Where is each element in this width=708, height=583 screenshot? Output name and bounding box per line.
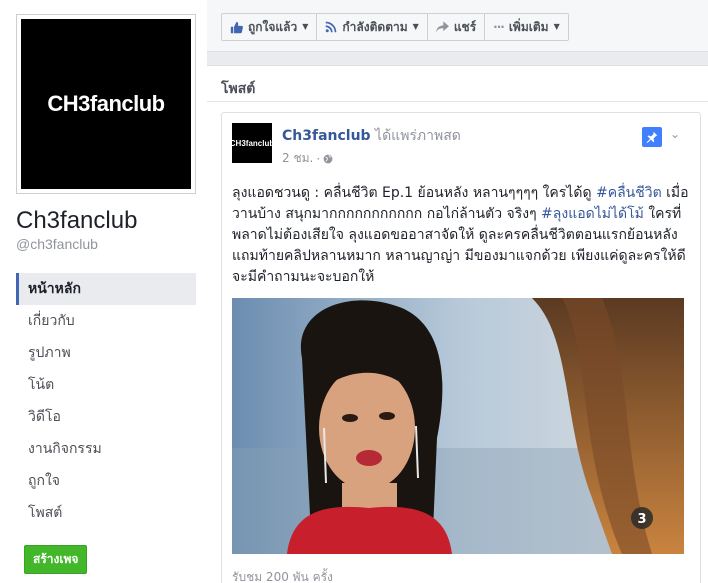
posts-heading: โพสต์ <box>221 81 256 97</box>
page-nav: หน้าหลัก เกี่ยวกับ รูปภาพ โน้ต วิดีโอ งา… <box>16 273 196 529</box>
post-timestamp[interactable]: 2 ชม. <box>282 149 313 168</box>
share-arrow-icon <box>435 21 449 33</box>
video-thumbnail[interactable]: 3 <box>232 298 684 554</box>
action-buttons: ถูกใจแล้ว ▼ กำลังติดตาม ▼ แชร์ ··· เพิ่ม… <box>221 13 569 41</box>
nav-item-home[interactable]: หน้าหลัก <box>16 273 196 305</box>
create-page-button[interactable]: สร้างเพจ <box>24 545 88 574</box>
caret-down-icon: ▼ <box>553 22 560 31</box>
divider <box>207 101 708 102</box>
nav-item-posts[interactable]: โพสต์ <box>16 497 196 529</box>
nav-item-events[interactable]: งานกิจกรรม <box>16 433 196 465</box>
thumbs-up-icon <box>230 21 243 33</box>
nav-item-videos[interactable]: วิดีโอ <box>16 401 196 433</box>
post-text: ลุงแอดชวนดู : คลื่นชีวิต Ep.1 ย้อนหลัง ห… <box>232 183 694 288</box>
share-label: แชร์ <box>453 20 477 34</box>
posts-panel: โพสต์ CH3fanclub Ch3fanclub ได้แพร่ภาพสด… <box>207 65 708 583</box>
following-button[interactable]: กำลังติดตาม ▼ <box>316 13 428 41</box>
view-count: รับชม 200 พัน ครั้ง <box>232 570 333 583</box>
nav-item-photos[interactable]: รูปภาพ <box>16 337 196 369</box>
caret-down-icon: ▼ <box>412 22 419 31</box>
separator-dot: · <box>316 151 321 166</box>
profile-logo-text: CH3fanclub <box>47 91 165 116</box>
rss-icon <box>326 21 337 33</box>
post-action-text: ได้แพร่ภาพสด <box>375 128 461 144</box>
profile-logo: CH3fanclub <box>21 19 191 189</box>
following-label: กำลังติดตาม <box>342 20 408 34</box>
post-avatar[interactable]: CH3fanclub <box>229 123 275 163</box>
post-card: CH3fanclub Ch3fanclub ได้แพร่ภาพสด 2 ชม.… <box>221 112 701 583</box>
svg-text:3: 3 <box>637 512 646 527</box>
post-text-part-1: ลุงแอดชวนดู : คลื่นชีวิต Ep.1 ย้อนหลัง ห… <box>232 185 596 201</box>
caret-down-icon: ▼ <box>302 22 309 31</box>
post-options-chevron-icon[interactable]: ⌄ <box>670 127 680 141</box>
nav-item-likes[interactable]: ถูกใจ <box>16 465 196 497</box>
hashtag-link[interactable]: #ลุงแอดไม่ได้โม้ <box>541 206 644 222</box>
page-handle[interactable]: @ch3fanclub <box>16 236 98 252</box>
nav-item-notes[interactable]: โน้ต <box>16 369 196 401</box>
nav-item-about[interactable]: เกี่ยวกับ <box>16 305 196 337</box>
page-title[interactable]: Ch3fanclub <box>16 207 137 235</box>
more-dots-icon: ··· <box>493 20 505 34</box>
post-avatar-text: CH3fanclub <box>229 138 275 148</box>
more-button[interactable]: ··· เพิ่มเติม ▼ <box>484 13 569 41</box>
globe-icon <box>323 154 333 163</box>
post-meta: 2 ชม. · <box>282 149 333 168</box>
more-label: เพิ่มเติม <box>508 20 549 34</box>
liked-label: ถูกใจแล้ว <box>248 20 298 34</box>
pinned-post-button[interactable] <box>642 127 662 147</box>
liked-button[interactable]: ถูกใจแล้ว ▼ <box>221 13 318 41</box>
hashtag-link[interactable]: #คลื่นชีวิต <box>596 185 662 201</box>
video-still-image: 3 <box>232 298 684 554</box>
left-column: CH3fanclub Ch3fanclub @ch3fanclub หน้าหล… <box>0 0 207 583</box>
page-actions-bar: ถูกใจแล้ว ▼ กำลังติดตาม ▼ แชร์ ··· เพิ่ม… <box>207 0 708 52</box>
post-author-link[interactable]: Ch3fanclub <box>282 128 371 144</box>
share-button[interactable]: แชร์ <box>426 13 486 41</box>
pin-icon <box>646 131 658 143</box>
post-header: Ch3fanclub ได้แพร่ภาพสด <box>282 125 461 147</box>
profile-picture[interactable]: CH3fanclub <box>16 14 196 194</box>
